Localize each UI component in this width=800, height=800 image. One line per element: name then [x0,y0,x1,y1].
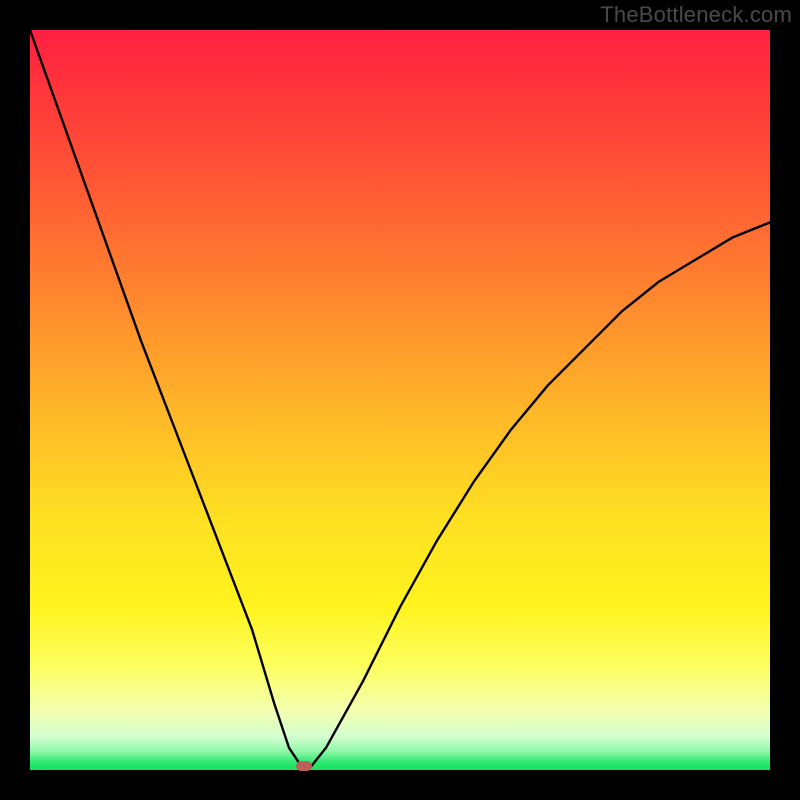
bottleneck-curve [30,30,770,770]
chart-frame: TheBottleneck.com [0,0,800,800]
minimum-marker [296,761,312,771]
plot-area [30,30,770,770]
attribution-label: TheBottleneck.com [600,2,792,28]
